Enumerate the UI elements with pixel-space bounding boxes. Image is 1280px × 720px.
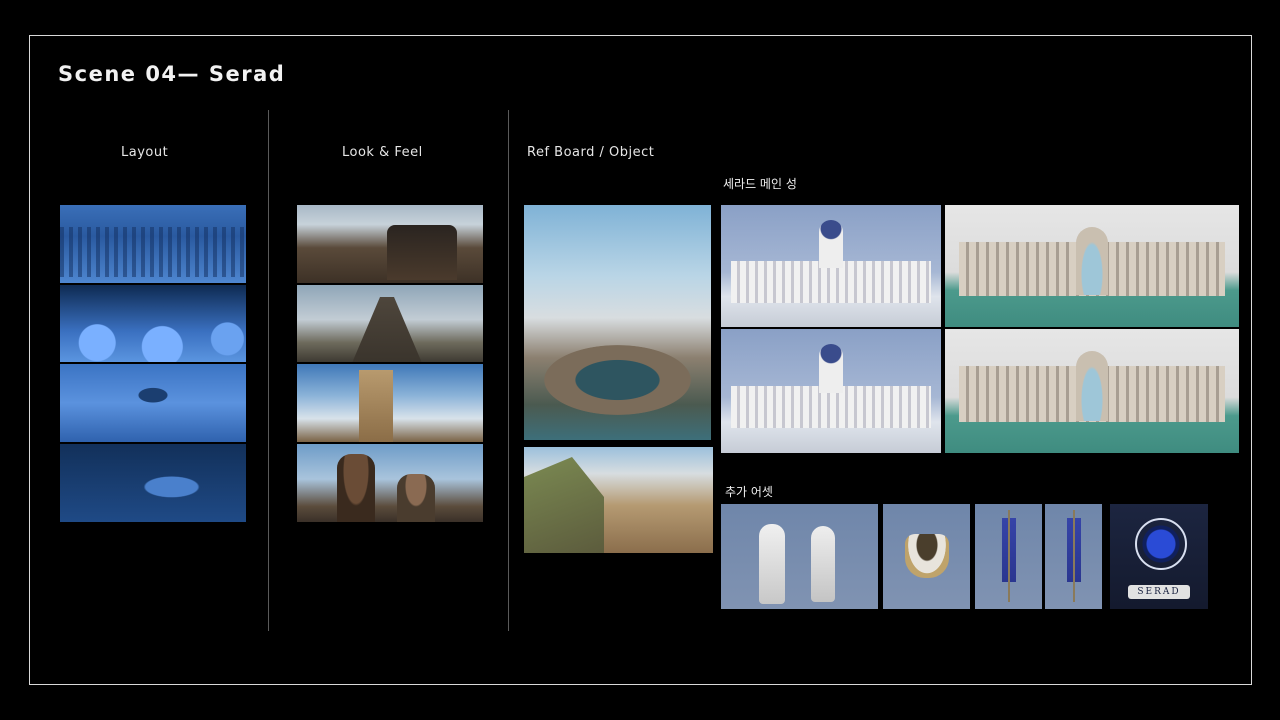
asset-ornate-bowl	[883, 504, 970, 609]
look-feel-image-castle	[297, 285, 483, 362]
asset-serad-emblem: SERAD	[1110, 504, 1208, 609]
layout-heading: Layout	[121, 145, 169, 160]
asset-banner-1	[975, 504, 1042, 609]
look-feel-image-crowd	[297, 205, 483, 283]
emblem-text: SERAD	[1128, 585, 1190, 599]
column-divider	[268, 110, 269, 631]
page-title: Scene 04— Serad	[58, 62, 286, 86]
layout-image-statue-render	[60, 444, 246, 522]
castle-sea-render-front	[945, 205, 1239, 327]
castle-render-angle	[721, 329, 941, 453]
layout-image-city-render	[60, 205, 246, 283]
extra-assets-label: 추가 어셋	[725, 485, 773, 499]
castle-render-front	[721, 205, 941, 327]
layout-image-soldiers-render	[60, 364, 246, 442]
ref-image-city-aerial	[524, 205, 711, 440]
look-feel-image-characters	[297, 444, 483, 522]
asset-banner-2	[1045, 504, 1102, 609]
layout-image-army-render	[60, 285, 246, 362]
ref-image-cliff-city	[524, 447, 713, 553]
column-divider	[508, 110, 509, 631]
look-feel-heading: Look & Feel	[342, 145, 423, 160]
ref-board-heading: Ref Board / Object	[527, 145, 655, 160]
asset-knight-statues	[721, 504, 878, 609]
main-castle-label: 세라드 메인 성	[723, 177, 797, 191]
castle-sea-render-gate	[945, 329, 1239, 453]
look-feel-image-tower	[297, 364, 483, 442]
